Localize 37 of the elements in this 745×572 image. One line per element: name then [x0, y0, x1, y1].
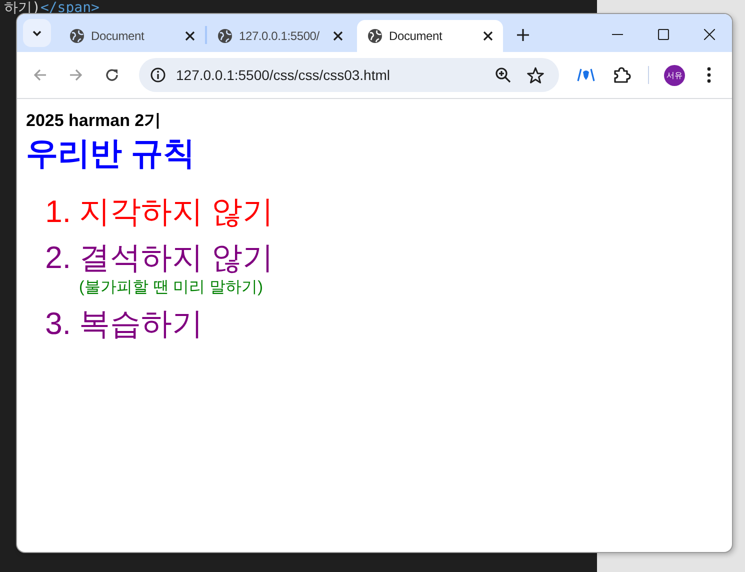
globe-icon — [69, 28, 85, 44]
url-text: 127.0.0.1:5500/css/css/css03.html — [176, 67, 390, 83]
code-text: 하기) — [4, 0, 40, 16]
rule-note: (불가피할 땐 미리 말하기) — [79, 278, 264, 298]
close-icon[interactable] — [333, 31, 343, 41]
puzzle-icon[interactable] — [613, 66, 631, 84]
star-icon[interactable] — [527, 66, 544, 84]
list-number: 2. — [44, 239, 72, 277]
profile-avatar[interactable]: 서유 — [664, 64, 685, 86]
tab-title: Document — [389, 29, 444, 43]
reload-icon[interactable] — [105, 68, 119, 82]
list-number: 1. — [44, 193, 72, 231]
tab-search-button[interactable] — [23, 19, 51, 47]
list-number: 3. — [44, 305, 72, 343]
browser-tab[interactable]: 127.0.0.1:5500/ — [207, 20, 353, 52]
tab-title: Document — [91, 29, 146, 43]
menu-icon[interactable] — [707, 67, 711, 83]
info-icon[interactable] — [150, 67, 166, 83]
globe-icon — [367, 28, 383, 44]
close-icon[interactable] — [704, 29, 715, 40]
close-icon[interactable] — [185, 31, 195, 41]
address-bar[interactable]: 127.0.0.1:5500/css/css/css03.html — [139, 58, 559, 92]
tab-title: 127.0.0.1:5500/ — [239, 29, 320, 43]
extension-icon[interactable] — [577, 68, 595, 82]
rule-text: 지각하지 않기 — [79, 193, 274, 231]
page-title: 우리반 규칙 — [26, 134, 196, 173]
close-icon[interactable] — [483, 31, 493, 41]
globe-icon — [217, 28, 233, 44]
new-tab-icon[interactable] — [517, 29, 529, 41]
browser-tab[interactable]: Document — [357, 20, 503, 52]
maximize-icon[interactable] — [658, 29, 669, 40]
code-tag: </span> — [40, 0, 100, 16]
rule-text: 결석하지 않기 — [79, 239, 274, 277]
page-subtitle: 2025 harman 2기 — [26, 111, 162, 131]
rule-text: 복습하기 — [79, 305, 203, 343]
browser-tab[interactable]: Document — [59, 20, 205, 52]
zoom-in-icon[interactable] — [495, 67, 511, 83]
